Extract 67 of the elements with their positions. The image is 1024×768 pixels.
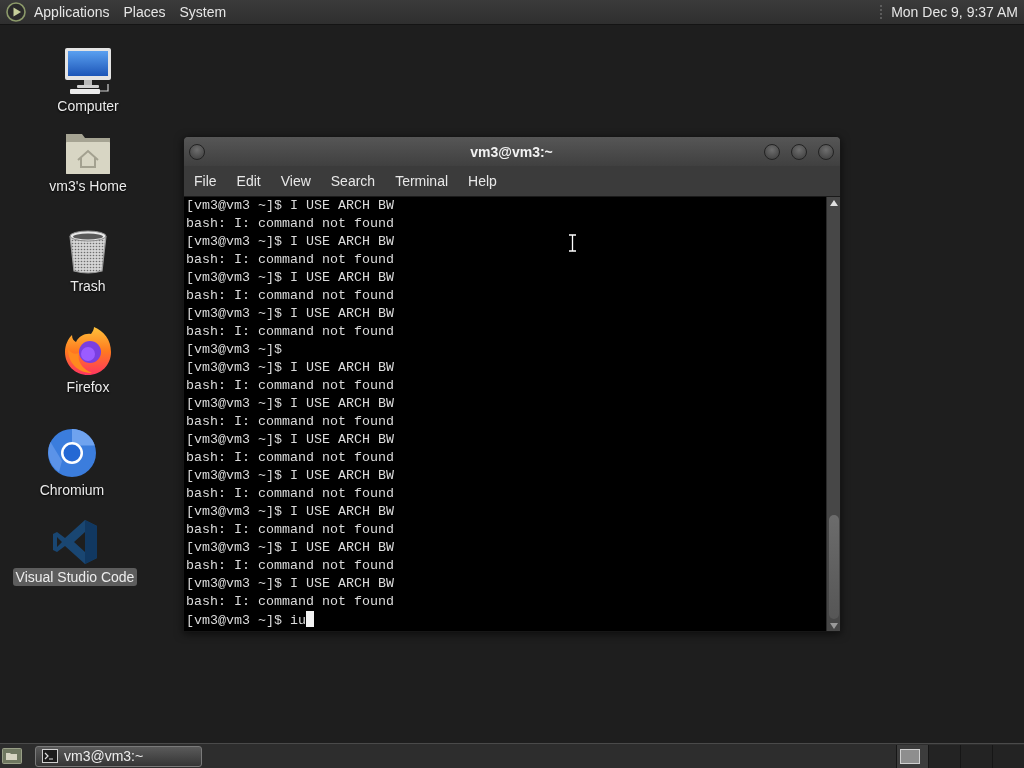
block-cursor-icon xyxy=(306,611,314,627)
ibeam-pointer-icon xyxy=(568,234,577,252)
scroll-up-arrow-icon[interactable] xyxy=(829,200,838,206)
panel-menu[interactable]: System xyxy=(172,1,234,23)
desktop-icon-label[interactable]: Chromium xyxy=(36,481,108,499)
menu-item[interactable]: Terminal xyxy=(385,170,459,192)
play-circle-icon[interactable] xyxy=(6,2,26,22)
grip-dots-icon xyxy=(879,4,884,20)
desktop-icon-label[interactable]: vm3's Home xyxy=(46,177,130,195)
scroll-down-arrow-icon[interactable] xyxy=(829,623,838,629)
terminal-line: [vm3@vm3 ~]$ xyxy=(186,342,282,357)
desktop-icon-label[interactable]: Computer xyxy=(54,97,122,115)
desktop-icon[interactable] xyxy=(2,748,22,764)
trash-icon[interactable] xyxy=(68,230,108,274)
menu-item[interactable]: View xyxy=(270,170,321,192)
angle-logo-icon[interactable] xyxy=(52,519,98,565)
clock[interactable]: Mon Dec 9, 9:37 AM xyxy=(887,1,1020,23)
panel-menu[interactable]: Places xyxy=(116,1,173,23)
terminal-line: bash: I: command not found xyxy=(186,378,394,393)
desktop-icon-label[interactable]: Firefox xyxy=(63,378,113,396)
terminal-line: bash: I: command not found xyxy=(186,288,394,303)
window-menu-button[interactable] xyxy=(189,143,205,160)
home-folder-icon[interactable] xyxy=(64,132,112,174)
terminal-line: [vm3@vm3 ~]$ I USE ARCH BW xyxy=(186,576,394,591)
fox-globe-icon[interactable] xyxy=(64,327,112,375)
terminal-line: bash: I: command not found xyxy=(186,558,394,573)
terminal-line: [vm3@vm3 ~]$ I USE ARCH BW xyxy=(186,198,394,213)
terminal-line: bash: I: command not found xyxy=(186,486,394,501)
workspace-cell[interactable] xyxy=(992,744,1024,768)
terminal-line: [vm3@vm3 ~]$ I USE ARCH BW xyxy=(186,504,394,519)
terminal-icon xyxy=(42,749,58,763)
menu-item[interactable]: Help xyxy=(458,170,507,192)
desktop-icon-label[interactable]: Trash xyxy=(67,277,109,295)
panel-menu[interactable]: Applications xyxy=(27,1,117,23)
terminal-line: [vm3@vm3 ~]$ I USE ARCH BW xyxy=(186,306,394,321)
minimize-button[interactable] xyxy=(764,143,780,160)
terminal-line: [vm3@vm3 ~]$ I USE ARCH BW xyxy=(186,234,394,249)
terminal-line: bash: I: command not found xyxy=(186,450,394,465)
terminal-line: bash: I: command not found xyxy=(186,594,394,609)
workspace-cell[interactable] xyxy=(928,744,960,768)
terminal-line: [vm3@vm3 ~]$ I USE ARCH BW xyxy=(186,396,394,411)
menu-item[interactable]: Edit xyxy=(226,170,271,192)
menu-item[interactable]: Search xyxy=(320,170,386,192)
terminal-line: bash: I: command not found xyxy=(186,522,394,537)
workspace-cell[interactable] xyxy=(960,744,992,768)
window-thumbnail xyxy=(900,748,920,764)
terminal-line: [vm3@vm3 ~]$ I USE ARCH BW xyxy=(186,432,394,447)
terminal-line: [vm3@vm3 ~]$ I USE ARCH BW xyxy=(186,360,394,375)
terminal-line: [vm3@vm3 ~]$ I USE ARCH BW xyxy=(186,468,394,483)
terminal-line: [vm3@vm3 ~]$ I USE ARCH BW xyxy=(186,270,394,285)
terminal-line: bash: I: command not found xyxy=(186,414,394,429)
maximize-button[interactable] xyxy=(791,143,807,160)
terminal-line: bash: I: command not found xyxy=(186,324,394,339)
scrollbar-thumb[interactable] xyxy=(828,515,839,619)
terminal-line: bash: I: command not found xyxy=(186,216,394,231)
terminal-line: [vm3@vm3 ~]$ I USE ARCH BW xyxy=(186,540,394,555)
workspace-cell[interactable] xyxy=(896,744,928,768)
computer-icon[interactable] xyxy=(64,48,112,94)
desktop-icon-label[interactable]: Visual Studio Code xyxy=(12,568,138,586)
terminal-line: [vm3@vm3 ~]$ iu xyxy=(186,613,306,628)
terminal-line: bash: I: command not found xyxy=(186,252,394,267)
menu-item[interactable]: File xyxy=(184,170,227,192)
close-button[interactable] xyxy=(818,143,834,160)
window-title: vm3@vm3:~ xyxy=(470,143,553,160)
scrollbar-track[interactable] xyxy=(826,197,840,631)
circle-logo-icon[interactable] xyxy=(47,428,97,478)
taskbar-button[interactable]: vm3@vm3:~ xyxy=(35,745,202,767)
